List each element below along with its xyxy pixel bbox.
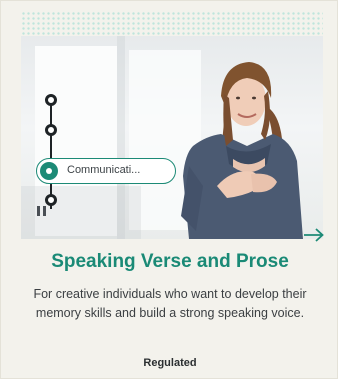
course-title[interactable]: Speaking Verse and Prose bbox=[1, 251, 338, 273]
hero-image: Communicati... bbox=[21, 36, 323, 239]
regulated-badge: Regulated bbox=[143, 357, 197, 369]
timeline-step-node[interactable] bbox=[45, 194, 57, 206]
progress-timeline: Communicati... bbox=[34, 94, 176, 214]
active-step-label: Communicati... bbox=[67, 164, 141, 176]
timeline-active-step[interactable]: Communicati... bbox=[36, 158, 176, 184]
course-card[interactable]: Communicati... Speaking Verse and Prose … bbox=[0, 0, 338, 379]
timeline-step-node[interactable] bbox=[45, 124, 57, 136]
timeline-step-node[interactable] bbox=[45, 94, 57, 106]
arrow-right-icon[interactable] bbox=[303, 227, 325, 243]
course-description: For creative individuals who want to dev… bbox=[33, 287, 307, 320]
active-step-icon bbox=[40, 162, 58, 180]
